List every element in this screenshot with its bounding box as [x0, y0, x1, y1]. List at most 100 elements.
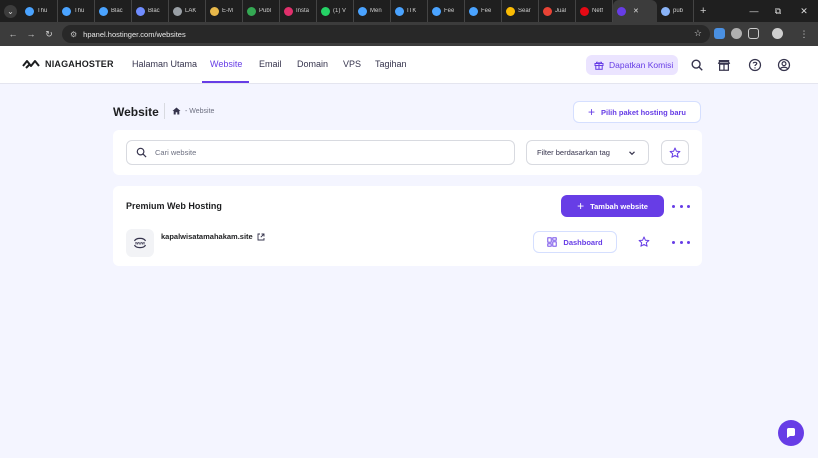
tab-title: Thu [37, 8, 48, 14]
tab-favicon-icon [580, 6, 589, 16]
browser-tab[interactable]: LAK [169, 0, 206, 22]
browser-tab-active[interactable]: ✕ [613, 0, 657, 22]
tab-favicon-icon [506, 6, 515, 16]
dashboard-label: Dashboard [563, 237, 603, 247]
tab-title: Men [370, 8, 382, 14]
browser-tab[interactable]: pub [657, 0, 694, 22]
tab-close-icon[interactable]: ✕ [633, 7, 639, 15]
browser-tab[interactable]: Sear [502, 0, 539, 22]
tab-favicon-icon [284, 6, 293, 16]
store-icon[interactable] [716, 57, 732, 73]
extension-puzzle-icon[interactable] [731, 28, 742, 39]
browser-tab[interactable]: Thu [58, 0, 95, 22]
tab-favicon-icon [247, 6, 256, 16]
breadcrumb-current: - Website [185, 107, 215, 115]
back-arrow-icon[interactable]: ← [4, 22, 22, 46]
tag-filter-select[interactable]: Filter berdasarkan tag [526, 140, 649, 165]
search-input[interactable] [155, 148, 485, 157]
favorites-filter-button[interactable] [661, 140, 689, 165]
browser-tab[interactable]: ITK [391, 0, 428, 22]
pilih-paket-hosting-label: Pilih paket hosting baru [601, 107, 687, 117]
browser-toolbar: ← → ↻ ⚙ hpanel.hostinger.com/websites ☆ … [0, 22, 818, 46]
nav-website[interactable]: Website [210, 59, 242, 69]
tab-title: Publ [259, 8, 272, 14]
external-link-icon[interactable] [257, 233, 265, 241]
nav-vps[interactable]: VPS [343, 59, 361, 69]
nav-active-indicator [202, 81, 249, 83]
website-more-options-icon[interactable] [672, 236, 690, 248]
forward-arrow-icon[interactable]: → [22, 22, 40, 46]
tab-favicon-icon [210, 6, 219, 16]
browser-tab[interactable]: Blac [132, 0, 169, 22]
browser-tab[interactable]: Fee [428, 0, 465, 22]
window-maximize-button[interactable]: ⧉ [766, 0, 790, 22]
new-tab-button[interactable]: + [700, 5, 706, 17]
tag-filter-label: Filter berdasarkan tag [537, 148, 610, 157]
nav-halaman-utama[interactable]: Halaman Utama [132, 59, 197, 69]
browser-tab[interactable]: Blac [95, 0, 132, 22]
tambah-website-label: Tambah website [590, 201, 648, 211]
website-entry[interactable]: kapalwisatamahakam.site [161, 232, 265, 241]
search-icon [136, 147, 147, 158]
browser-tab[interactable]: Fee [465, 0, 502, 22]
browser-tab[interactable]: Men [354, 0, 391, 22]
browser-tab[interactable]: Netf [576, 0, 613, 22]
tab-title: Jual [555, 8, 567, 14]
pilih-paket-hosting-button[interactable]: + Pilih paket hosting baru [573, 101, 701, 123]
favorite-website-star-icon[interactable] [636, 234, 652, 250]
extension-icon[interactable] [714, 28, 725, 39]
tab-search-icon[interactable]: ⌄ [4, 4, 17, 18]
browser-tab[interactable]: Jual [539, 0, 576, 22]
sidepanel-icon[interactable] [748, 28, 759, 39]
bookmark-star-icon[interactable]: ☆ [694, 28, 702, 39]
account-icon[interactable] [776, 57, 792, 73]
tab-title: ITK [407, 8, 417, 14]
browser-tab[interactable]: E-M [206, 0, 243, 22]
browser-tab[interactable]: (1) V [317, 0, 354, 22]
plus-icon: + [587, 105, 595, 119]
browser-menu-icon[interactable]: ⋮ [795, 22, 813, 46]
address-url: hpanel.hostinger.com/websites [83, 29, 186, 39]
search-field[interactable] [126, 140, 515, 165]
browser-tab[interactable]: Insta [280, 0, 317, 22]
browser-tab-strip: ⌄ Thu Thu Blac Blac LAK E-M Publ Insta (1) V Men I… [0, 0, 818, 22]
dapatkan-komisi-button[interactable]: Dapatkan Komisi [586, 55, 678, 75]
tab-title: (1) V [333, 8, 347, 14]
search-icon[interactable] [689, 57, 705, 73]
help-icon[interactable] [747, 57, 763, 73]
tambah-website-button[interactable]: + Tambah website [561, 195, 664, 217]
tab-favicon-icon [62, 6, 71, 16]
window-close-button[interactable]: ✕ [792, 0, 816, 22]
tab-title: pub [673, 8, 684, 14]
tab-title: Insta [296, 8, 310, 14]
browser-tab[interactable]: Publ [243, 0, 280, 22]
nav-tagihan[interactable]: Tagihan [375, 59, 407, 69]
niagahoster-logo[interactable]: NIAGAHOSTER [22, 59, 114, 69]
profile-avatar-icon[interactable] [772, 28, 783, 39]
app-header: NIAGAHOSTER Halaman Utama Website Email … [0, 46, 818, 84]
tab-favicon-icon [25, 6, 34, 16]
tab-title: Sear [518, 8, 531, 14]
tab-favicon-icon [321, 6, 330, 16]
hosting-more-options-icon[interactable] [672, 200, 690, 212]
reload-icon[interactable]: ↻ [40, 22, 58, 46]
browser-tab[interactable]: Thu [21, 0, 58, 22]
chat-support-button[interactable] [778, 420, 804, 446]
website-domain[interactable]: kapalwisatamahakam.site [161, 232, 253, 241]
nav-domain[interactable]: Domain [297, 59, 328, 69]
tab-favicon-icon [136, 6, 145, 16]
dashboard-grid-icon [547, 237, 558, 247]
site-settings-icon[interactable]: ⚙ [70, 30, 77, 39]
logo-text: NIAGAHOSTER [45, 59, 114, 69]
nav-email[interactable]: Email [259, 59, 282, 69]
tab-favicon-icon [469, 6, 478, 16]
svg-text:www: www [134, 241, 146, 246]
tab-favicon-icon [173, 6, 182, 16]
dashboard-button[interactable]: Dashboard [533, 231, 617, 253]
home-icon[interactable] [172, 107, 181, 115]
hosting-plan-title: Premium Web Hosting [126, 201, 222, 211]
address-bar[interactable]: ⚙ hpanel.hostinger.com/websites ☆ [62, 25, 710, 43]
window-minimize-button[interactable]: — [742, 0, 766, 22]
title-divider [164, 103, 165, 119]
page-title: Website [113, 105, 159, 119]
